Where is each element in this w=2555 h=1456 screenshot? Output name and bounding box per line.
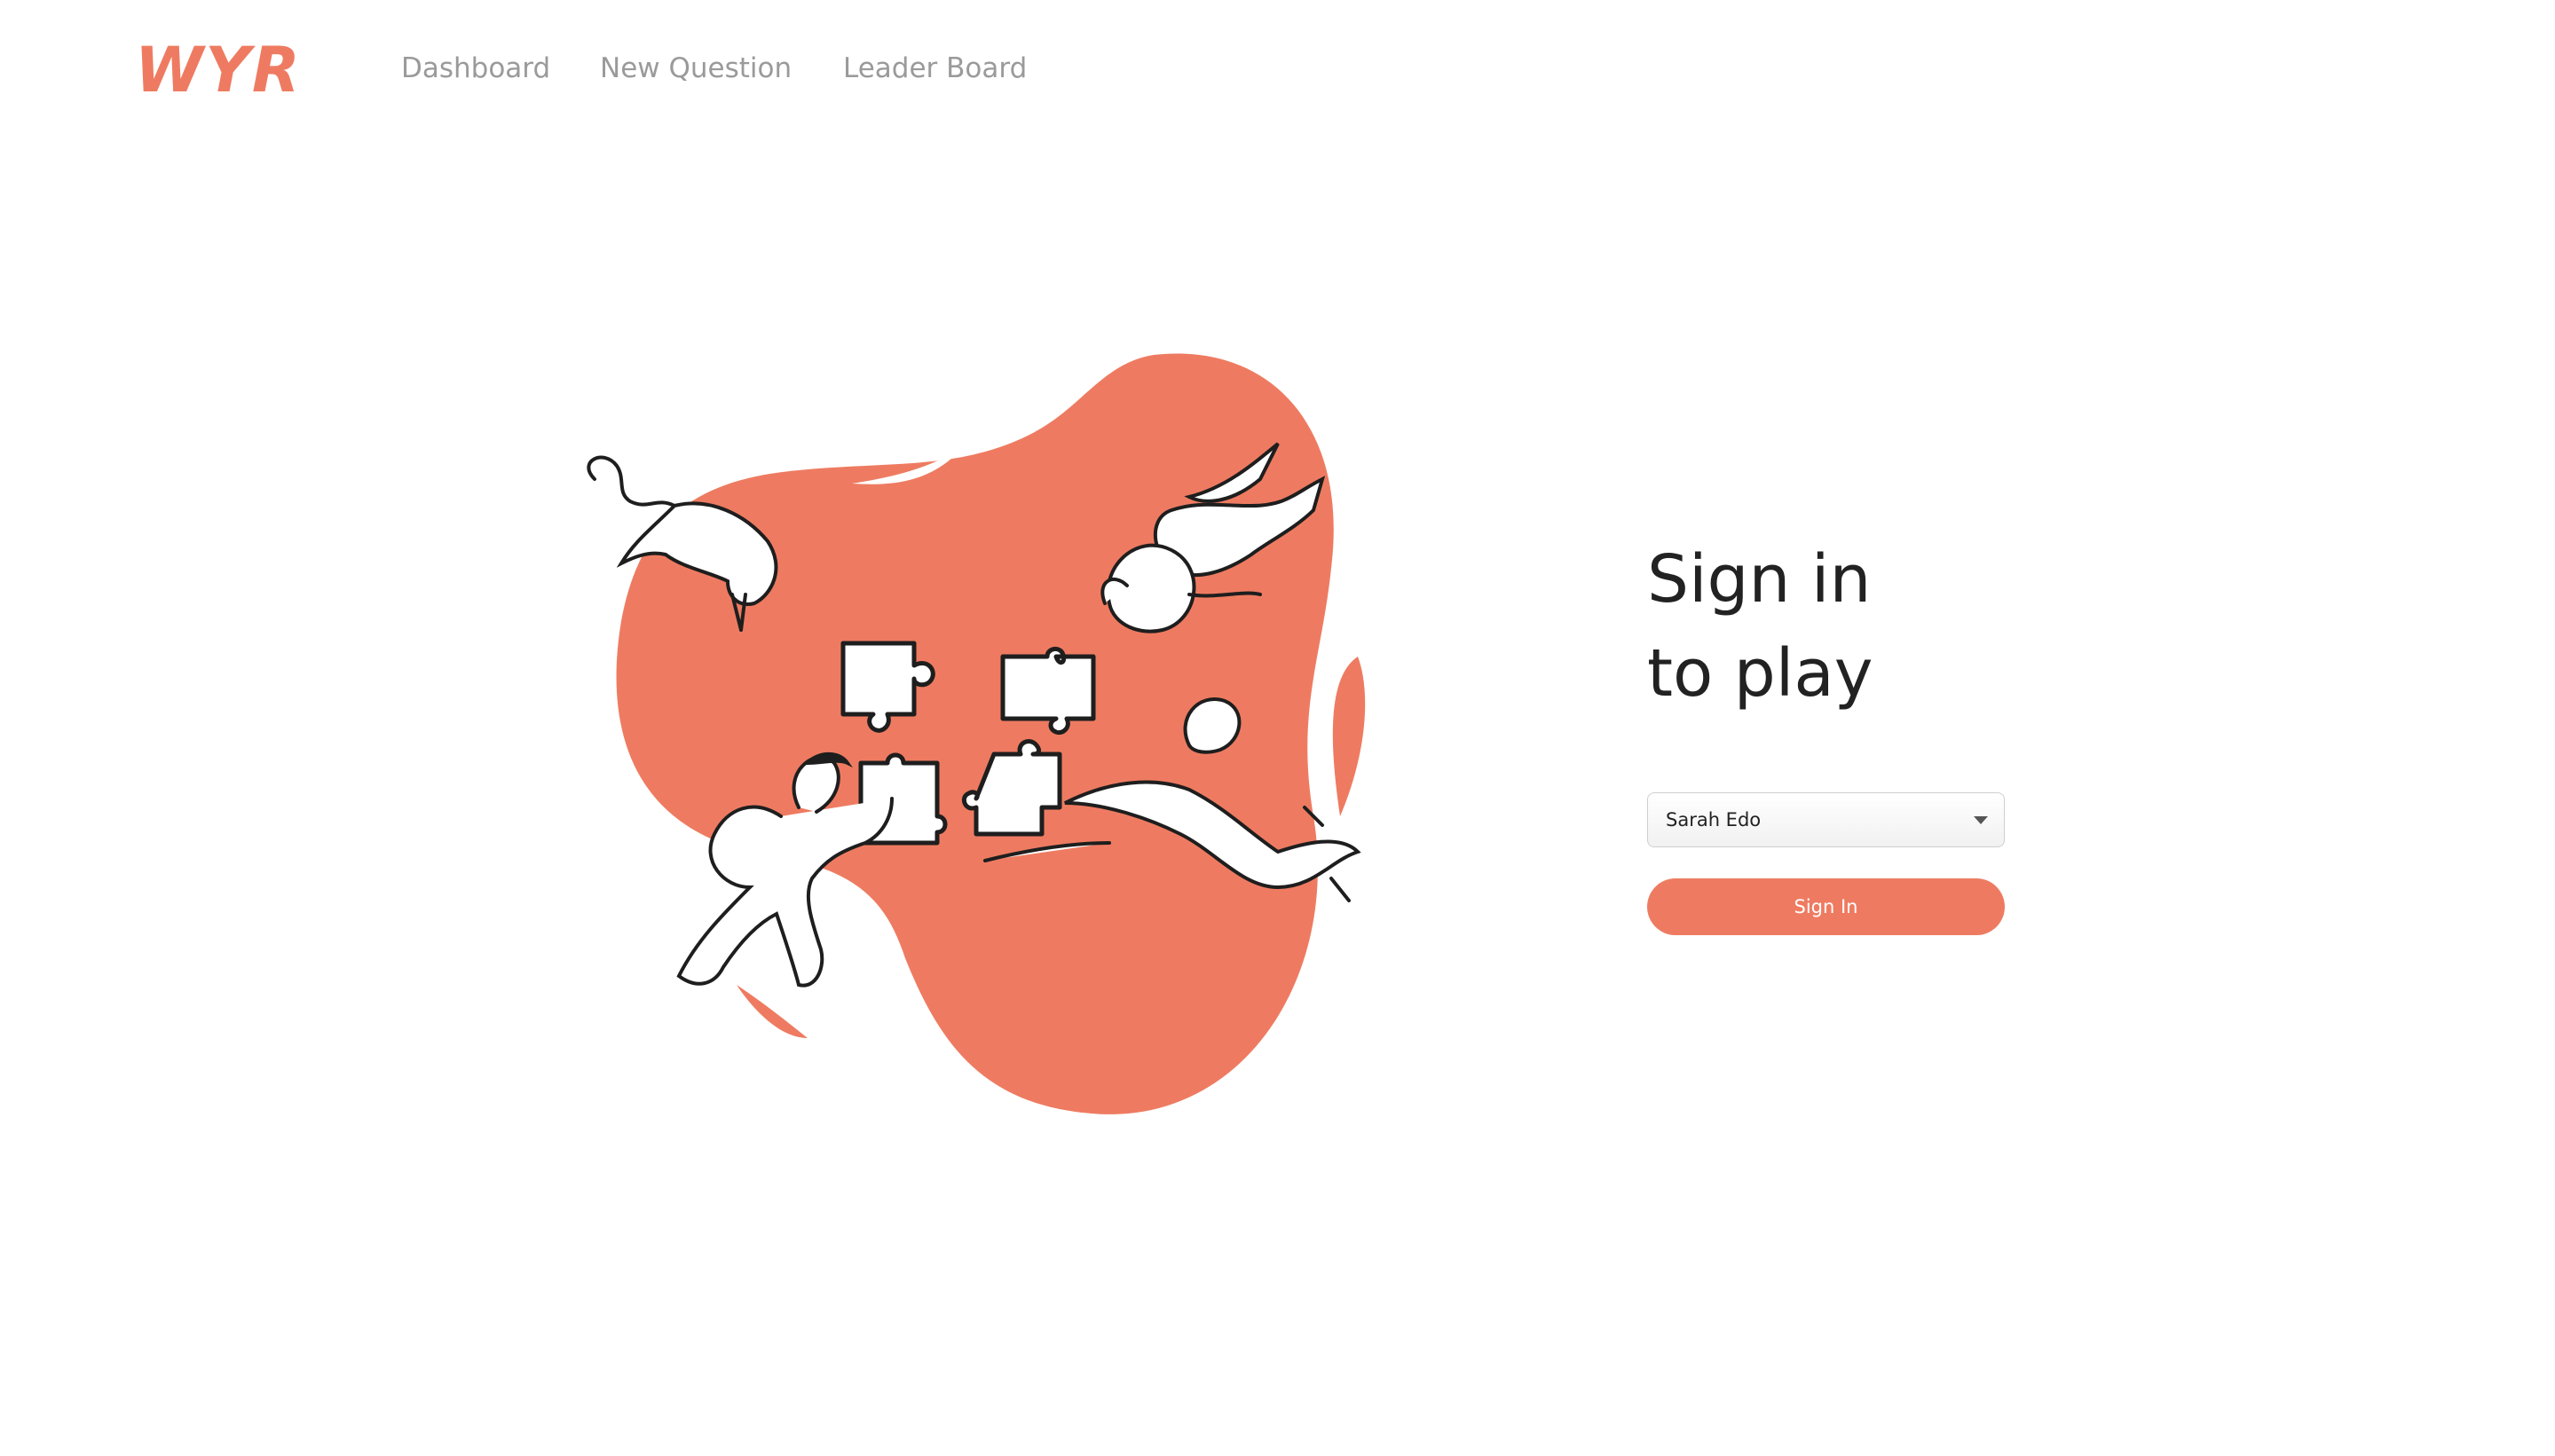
signin-panel: Sign in to play Sarah Edo Sign In [1647, 532, 2011, 935]
selected-user-value: Sarah Edo [1666, 809, 1762, 830]
nav-link-new-question[interactable]: New Question [600, 48, 792, 89]
chevron-down-icon [1974, 816, 1988, 824]
nav-link-dashboard[interactable]: Dashboard [401, 48, 550, 89]
sign-in-button[interactable]: Sign In [1647, 878, 2005, 935]
app-logo[interactable]: WYR [135, 30, 302, 110]
puzzle-piece-icon [1000, 647, 1096, 736]
signin-title: Sign in to play [1647, 532, 2011, 720]
tail-drop-shape [737, 985, 808, 1038]
side-drop-shape [1332, 657, 1366, 816]
illustration-svg [587, 353, 1366, 1114]
nav-link-leader-board[interactable]: Leader Board [843, 48, 1027, 89]
top-navbar: WYR Dashboard New Question Leader Board [0, 0, 2555, 142]
signin-title-line1: Sign in [1647, 541, 1872, 618]
user-select-dropdown[interactable]: Sarah Edo [1647, 792, 2005, 847]
signin-title-line2: to play [1647, 635, 1873, 712]
puzzle-team-illustration [568, 337, 1438, 1136]
